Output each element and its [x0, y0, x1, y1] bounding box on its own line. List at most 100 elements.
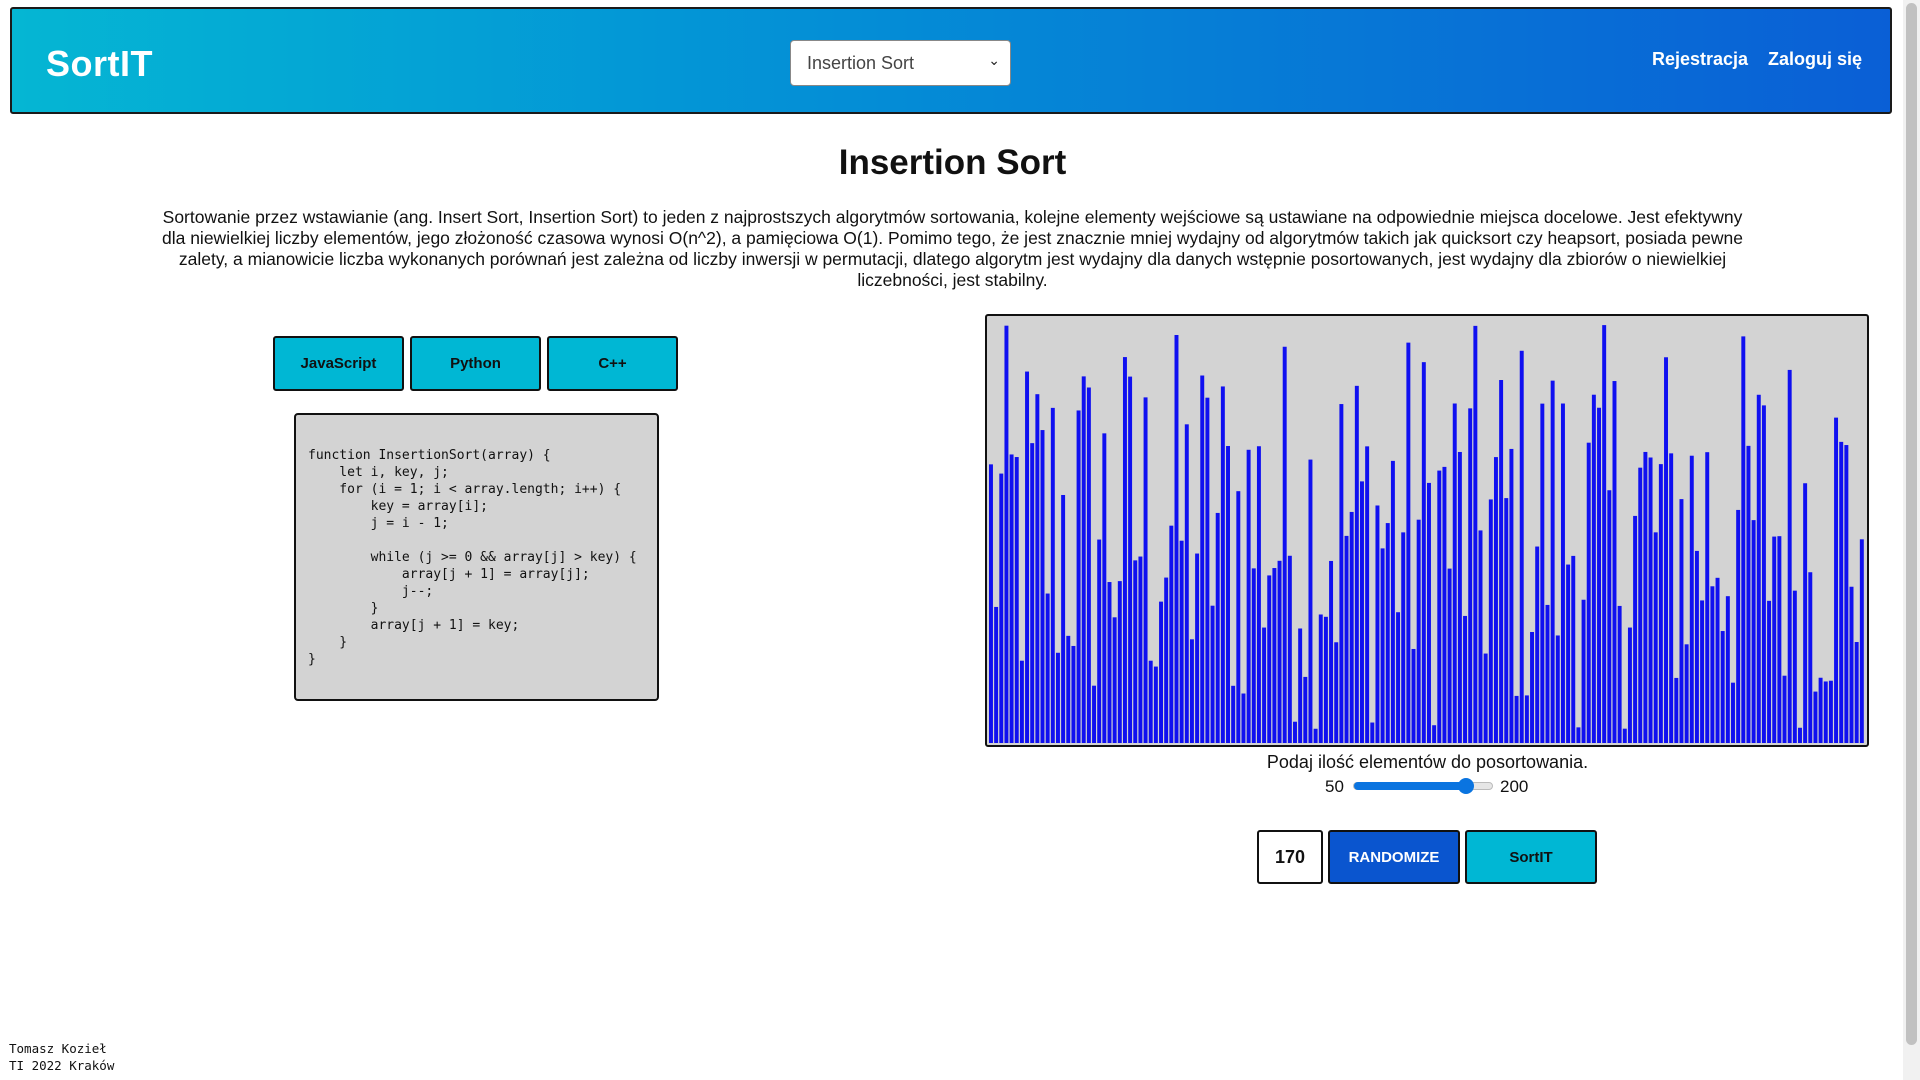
array-bar	[1540, 403, 1545, 743]
brand-logo[interactable]: SortIT	[46, 43, 153, 85]
array-bar	[1133, 560, 1138, 743]
array-bar	[1427, 482, 1431, 743]
array-bar	[1220, 386, 1225, 743]
array-bar	[1334, 642, 1339, 743]
array-bar	[1602, 325, 1607, 743]
array-bar	[1004, 325, 1009, 743]
array-bar	[1055, 652, 1060, 743]
array-bar	[1839, 441, 1844, 743]
array-bar	[1370, 722, 1375, 743]
array-bar	[1308, 459, 1313, 743]
code-snippet: function InsertionSort(array) { let i, k…	[308, 448, 637, 667]
array-bar	[1066, 635, 1071, 743]
page-title: Insertion Sort	[838, 143, 1067, 182]
array-bar	[1617, 605, 1622, 743]
array-bar	[1251, 568, 1256, 743]
cpp-tab-button[interactable]: C++	[547, 336, 678, 391]
array-bar	[1576, 727, 1581, 743]
array-bar	[1710, 586, 1715, 743]
scrollbar-thumb[interactable]	[1906, 3, 1917, 1045]
array-bar	[1076, 410, 1081, 743]
array-bar	[1205, 397, 1210, 743]
register-link[interactable]: Rejestracja	[1652, 49, 1748, 70]
array-bar	[1009, 454, 1014, 743]
array-bar	[1179, 540, 1184, 743]
array-bar	[1102, 433, 1107, 743]
array-bar	[1859, 539, 1864, 743]
array-bar	[1272, 568, 1277, 743]
array-bar	[1746, 445, 1751, 743]
sortit-button[interactable]: SortIT	[1465, 830, 1597, 884]
array-bar	[1035, 394, 1040, 743]
array-bar	[1298, 628, 1303, 743]
array-bar	[1432, 725, 1437, 743]
array-bar	[1792, 590, 1797, 743]
array-bar	[1643, 451, 1648, 743]
array-bar	[1097, 539, 1102, 743]
array-bar	[1143, 397, 1148, 743]
array-bar	[1215, 512, 1220, 743]
array-bar	[1128, 376, 1133, 743]
array-bar	[1535, 546, 1540, 743]
algorithm-select[interactable]: Insertion Sort ⌄	[790, 40, 1011, 86]
array-bar	[1782, 675, 1787, 743]
array-bar	[1396, 612, 1401, 743]
array-bar	[1751, 520, 1756, 743]
array-bar	[989, 464, 993, 743]
array-bar	[1545, 604, 1550, 743]
array-bar	[1514, 695, 1519, 743]
array-bar	[1509, 448, 1514, 743]
login-link[interactable]: Zaloguj się	[1768, 49, 1862, 70]
element-count-slider[interactable]	[1353, 778, 1493, 794]
array-bar	[1174, 335, 1179, 743]
range-label: Podaj ilość elementów do posortowania.	[1266, 752, 1589, 772]
array-bar	[1406, 342, 1411, 743]
array-bar	[1447, 568, 1452, 743]
array-bar	[994, 606, 999, 743]
array-bar	[1323, 616, 1328, 743]
array-bar	[1344, 535, 1349, 743]
array-bar	[1622, 728, 1627, 743]
array-bar	[1493, 457, 1498, 743]
array-bar	[1195, 553, 1200, 743]
array-bar	[1488, 499, 1493, 743]
array-bar	[1700, 600, 1705, 743]
slider-fill	[1354, 782, 1466, 790]
array-bar	[1586, 442, 1591, 743]
array-bar	[1705, 452, 1710, 743]
array-bar	[1159, 601, 1163, 743]
array-bar	[1375, 505, 1380, 743]
array-bar	[1318, 614, 1323, 743]
array-bar	[1421, 362, 1426, 743]
array-bar	[1293, 721, 1297, 743]
slider-thumb[interactable]	[1458, 778, 1474, 794]
array-bar	[1591, 394, 1596, 743]
array-bar	[1571, 555, 1576, 743]
array-bar	[1081, 376, 1086, 743]
array-bar	[1256, 446, 1261, 743]
array-bar	[1122, 357, 1127, 743]
python-tab-button[interactable]: Python	[410, 336, 541, 391]
array-bar	[1736, 509, 1741, 743]
array-bar	[1478, 530, 1483, 743]
array-bar	[1648, 457, 1653, 743]
array-bar	[1633, 515, 1638, 743]
array-bar	[1107, 582, 1112, 743]
array-bar	[1627, 627, 1632, 743]
array-bar	[999, 473, 1004, 743]
array-bar	[1772, 536, 1777, 743]
randomize-button[interactable]: RANDOMIZE	[1328, 830, 1460, 884]
javascript-tab-button[interactable]: JavaScript	[273, 336, 404, 391]
array-bar	[1061, 494, 1066, 743]
bars-canvas	[989, 325, 1864, 743]
array-bar	[1499, 380, 1504, 743]
array-bar	[1669, 453, 1674, 743]
range-min-label: 50	[1325, 777, 1344, 796]
array-bar	[1519, 350, 1524, 743]
array-bar	[1226, 446, 1230, 743]
array-bar	[1468, 408, 1473, 743]
array-bar	[1756, 394, 1761, 743]
array-bar	[1184, 424, 1189, 743]
array-bar	[1555, 635, 1560, 743]
array-bar	[1380, 548, 1385, 743]
